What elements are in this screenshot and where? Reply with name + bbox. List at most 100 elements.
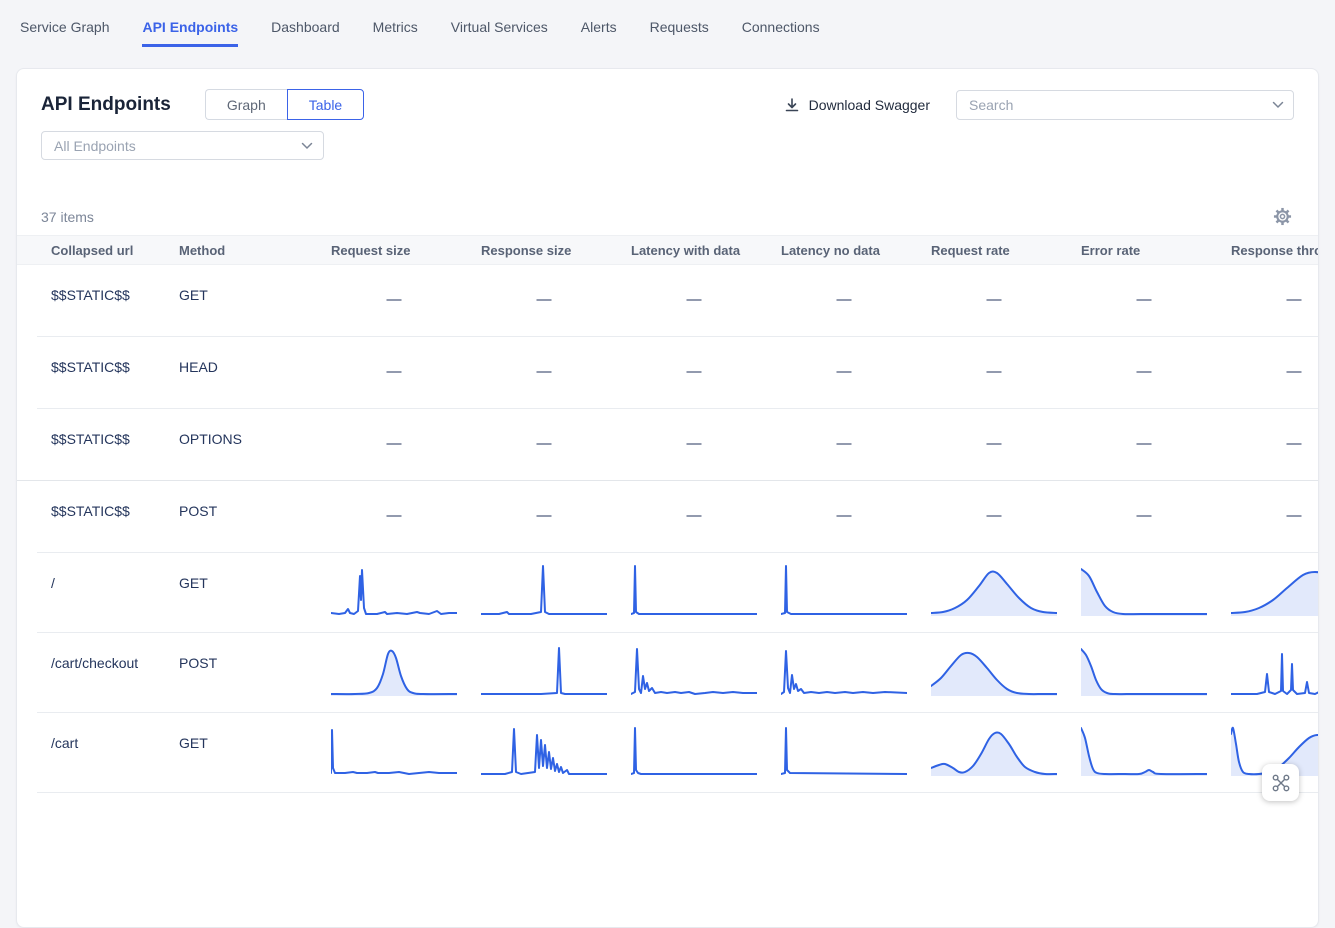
table-row[interactable]: /cartGET [17,713,1318,792]
row-divider [17,480,1318,481]
metric-chart-cell [931,553,1057,618]
metric-chart-cell [631,553,757,618]
panel-header: API Endpoints GraphTable Download Swagge… [17,69,1318,120]
endpoint-url: /cart/checkout [51,633,179,671]
column-header-latency-with-data: Latency with data [631,243,781,258]
top-nav: Service Graph API Endpoints Dashboard Metri… [0,0,1335,47]
metric-chart-cell [331,713,457,778]
metric-chart-cell [331,553,457,618]
sparkline-chart [1081,722,1207,778]
no-data-dash: — [1081,481,1207,524]
sparkline-chart [781,642,907,698]
nav-item-api-endpoints[interactable]: API Endpoints [142,19,238,47]
sparkline-chart [631,642,757,698]
endpoint-url: $$STATIC$$ [51,265,179,303]
metric-chart-cell [631,713,757,778]
sparkline-chart [931,642,1057,698]
sparkline-chart [331,642,457,698]
no-data-dash: — [1231,265,1319,308]
endpoint-url: / [51,553,179,591]
metric-chart-cell [931,713,1057,778]
sparkline-chart [1231,642,1319,698]
sparkline-chart [1081,562,1207,618]
drag-resize-button[interactable] [1262,764,1299,801]
column-header-response-throughput: Response throughput [1231,243,1319,258]
sparkline-chart [331,562,457,618]
metric-chart-cell [481,553,607,618]
metric-chart-cell [481,713,607,778]
metric-chart-cell [1081,553,1207,618]
no-data-dash: — [631,409,757,452]
search-box [956,90,1294,120]
no-data-dash: — [1231,337,1319,380]
graph-view-button[interactable]: Graph [205,89,287,120]
table-row[interactable]: /GET [17,553,1318,632]
gear-icon [1273,207,1292,226]
no-data-dash: — [481,337,607,380]
table-row[interactable]: $$STATIC$$GET——————— [17,265,1318,336]
table-row[interactable]: /cart/checkoutPOST [17,633,1318,712]
nav-item-virtual-services[interactable]: Virtual Services [451,19,548,47]
no-data-dash: — [781,337,907,380]
nav-item-dashboard[interactable]: Dashboard [271,19,340,47]
nav-item-service-graph[interactable]: Service Graph [20,19,109,47]
download-swagger-button[interactable]: Download Swagger [784,97,930,113]
metric-chart-cell [1081,633,1207,698]
nav-item-requests[interactable]: Requests [650,19,709,47]
column-header-request-size: Request size [331,243,481,258]
sparkline-chart [481,722,607,778]
no-data-dash: — [481,265,607,308]
metric-chart-cell [1231,553,1319,618]
metric-chart-cell [631,633,757,698]
sparkline-chart [631,722,757,778]
sparkline-chart [931,562,1057,618]
metric-chart-cell [781,633,907,698]
endpoint-url: $$STATIC$$ [51,409,179,447]
chevron-down-icon [301,142,313,150]
no-data-dash: — [631,481,757,524]
endpoint-method: GET [179,553,331,591]
metric-chart-cell [1231,633,1319,698]
sparkline-chart [631,562,757,618]
table-row[interactable]: $$STATIC$$POST——————— [17,481,1318,552]
table-settings-button[interactable] [1273,207,1292,226]
endpoint-method: POST [179,481,331,519]
endpoint-url: /cart [51,713,179,751]
no-data-dash: — [631,265,757,308]
table-body: $$STATIC$$GET———————$$STATIC$$HEAD——————… [17,265,1318,793]
no-data-dash: — [931,409,1057,452]
no-data-dash: — [1081,265,1207,308]
nav-item-alerts[interactable]: Alerts [581,19,617,47]
no-data-dash: — [631,337,757,380]
header-actions: Download Swagger [784,90,1294,120]
column-header-method: Method [179,243,331,258]
endpoint-url: $$STATIC$$ [51,337,179,375]
download-icon [784,97,800,113]
metric-chart-cell [781,553,907,618]
sparkline-chart [781,562,907,618]
nav-item-metrics[interactable]: Metrics [373,19,418,47]
drag-resize-icon [1271,773,1291,793]
nav-item-connections[interactable]: Connections [742,19,820,47]
column-header-request-rate: Request rate [931,243,1081,258]
no-data-dash: — [931,481,1057,524]
no-data-dash: — [1081,337,1207,380]
no-data-dash: — [331,265,457,308]
column-header-latency-no-data: Latency no data [781,243,931,258]
no-data-dash: — [481,481,607,524]
sparkline-chart [331,722,457,778]
table-row[interactable]: $$STATIC$$OPTIONS——————— [17,409,1318,480]
no-data-dash: — [931,265,1057,308]
no-data-dash: — [1231,481,1319,524]
table-view-button[interactable]: Table [287,89,364,120]
sparkline-chart [781,722,907,778]
endpoint-filter-select[interactable]: All Endpoints [41,131,324,160]
table-row[interactable]: $$STATIC$$HEAD——————— [17,337,1318,408]
endpoint-method: GET [179,713,331,751]
search-input[interactable] [956,90,1294,120]
sparkline-chart [931,722,1057,778]
page-title: API Endpoints [41,94,171,116]
table-header-row: Collapsed urlMethodRequest sizeResponse … [17,235,1318,265]
no-data-dash: — [331,409,457,452]
sparkline-chart [1231,562,1319,618]
